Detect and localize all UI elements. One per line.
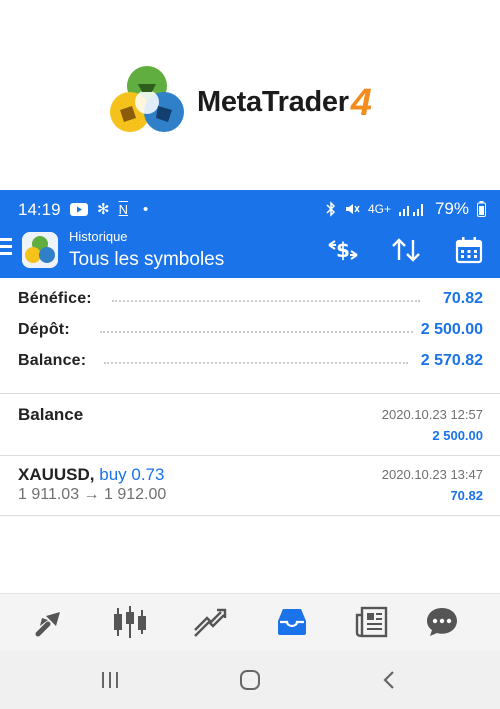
- summary-row-deposit: Dépôt: 2 500.00: [0, 315, 500, 346]
- chat-icon: [427, 608, 457, 636]
- quotes-icon: [35, 612, 60, 637]
- divider: [0, 515, 500, 516]
- recent-apps-button[interactable]: [95, 667, 125, 693]
- deal-prices: 1 911.03 → 1 912.00: [18, 486, 167, 503]
- currency-filter-button[interactable]: $: [325, 234, 361, 266]
- signal-icon: [398, 204, 423, 216]
- news-icon: [355, 606, 388, 638]
- status-bar: 14:19 ✻ N • 4G+ 79%: [0, 190, 500, 226]
- app-icon: [22, 232, 58, 268]
- calendar-button[interactable]: [451, 234, 487, 266]
- summary-row-profit: Bénéfice: 70.82: [0, 284, 500, 315]
- summary-value: 2 570.82: [414, 352, 483, 370]
- history-icon: [278, 609, 306, 635]
- nav-trade[interactable]: [188, 602, 232, 642]
- back-icon: [383, 671, 394, 689]
- summary-section: Bénéfice: 70.82 Dépôt: 2 500.00 Balance:…: [0, 284, 500, 377]
- status-time: 14:19: [18, 200, 61, 219]
- sort-button[interactable]: [388, 234, 424, 266]
- summary-label: Bénéfice:: [18, 290, 92, 307]
- history-row[interactable]: XAUUSD, buy 0.73 1 911.03 → 1 912.00 202…: [0, 455, 500, 515]
- dotted-leader: [104, 362, 408, 364]
- toolbar: Historique Tous les symboles $: [0, 226, 500, 278]
- chart-icon: [114, 606, 146, 638]
- svg-text:$: $: [336, 238, 350, 262]
- summary-value: 2 500.00: [414, 321, 483, 339]
- recent-apps-icon: [102, 672, 118, 688]
- brand-name: MetaTrader: [197, 86, 349, 118]
- deal-title: Balance: [18, 405, 83, 425]
- deal-date: 2020.10.23 13:47: [381, 467, 483, 482]
- network-type: 4G+: [367, 202, 391, 216]
- toolbar-title[interactable]: Tous les symboles: [69, 249, 224, 271]
- menu-icon[interactable]: [0, 238, 14, 258]
- deal-symbol: XAUUSD,: [18, 465, 95, 484]
- nav-chat[interactable]: [420, 602, 464, 642]
- summary-label: Balance:: [18, 352, 87, 369]
- battery-percent: 79%: [434, 199, 469, 218]
- dotted-leader: [112, 300, 420, 302]
- brand-version: 4: [350, 82, 372, 124]
- bottom-navigation: [0, 593, 500, 651]
- deal-direction: buy 0.73: [94, 465, 165, 484]
- app-bar: 14:19 ✻ N • 4G+ 79% Historique Tous les …: [0, 190, 500, 278]
- home-button[interactable]: [235, 667, 265, 693]
- divider: [0, 393, 500, 394]
- deal-date: 2020.10.23 12:57: [381, 407, 483, 422]
- dotted-leader: [100, 331, 420, 333]
- summary-value: 70.82: [436, 290, 483, 308]
- brand-header: MetaTrader4: [0, 0, 500, 190]
- deal-symbol: Balance: [18, 405, 84, 424]
- toolbar-subtitle: Historique: [69, 229, 128, 244]
- back-button[interactable]: [374, 667, 404, 693]
- home-icon: [240, 670, 260, 690]
- mute-icon: [345, 204, 360, 214]
- nav-news[interactable]: [350, 602, 394, 642]
- summary-row-balance: Balance: 2 570.82: [0, 346, 500, 377]
- calendar-icon: [455, 237, 483, 264]
- system-navigation-bar: [0, 651, 500, 709]
- history-row[interactable]: Balance 2020.10.23 12:57 2 500.00: [0, 395, 500, 455]
- metatrader-logo: [110, 66, 184, 132]
- notification-dot: •: [142, 200, 149, 218]
- nav-history[interactable]: [270, 602, 314, 642]
- deal-title: XAUUSD, buy 0.73: [18, 465, 164, 485]
- nfc-icon: N: [118, 201, 128, 217]
- summary-label: Dépôt:: [18, 321, 70, 338]
- trade-icon: [194, 608, 227, 637]
- brand-wordmark: MetaTrader4: [197, 78, 372, 124]
- dollar-exchange-icon: $: [328, 238, 358, 262]
- battery-icon: [477, 201, 486, 217]
- pinwheel-icon: ✻: [97, 201, 110, 218]
- youtube-icon: [70, 202, 88, 216]
- bluetooth-icon: [326, 201, 336, 217]
- nav-quotes[interactable]: [28, 602, 72, 642]
- nav-chart[interactable]: [108, 602, 152, 642]
- deal-amount: 70.82: [450, 488, 483, 503]
- deal-amount: 2 500.00: [432, 428, 483, 443]
- sort-arrows-icon: [392, 238, 420, 262]
